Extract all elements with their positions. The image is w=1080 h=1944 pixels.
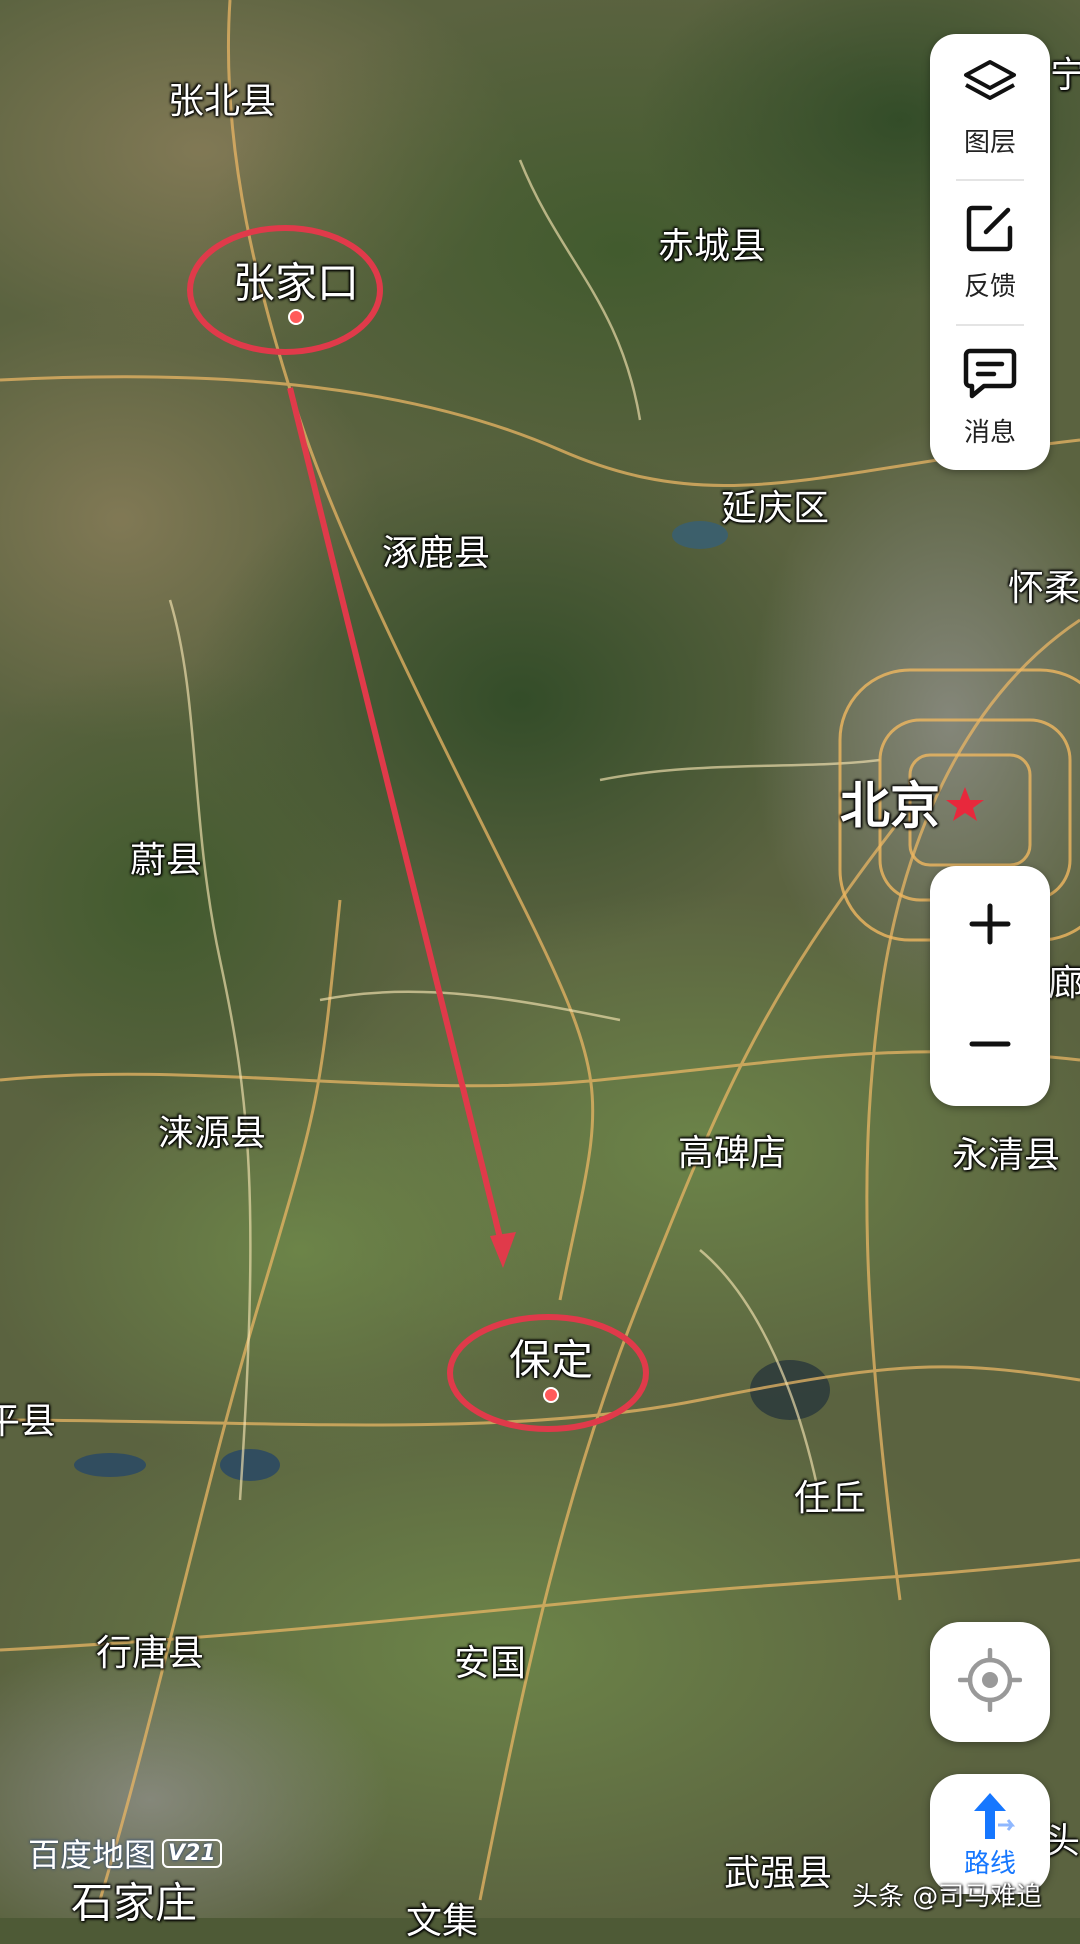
baoding-dot [543,1387,559,1403]
locate-icon [957,1647,1023,1716]
toolbar-divider [956,179,1024,181]
place-label-renqiu: 任丘 [793,1478,867,1519]
logo-text: 百度地图 [28,1836,157,1874]
layers-label: 图层 [963,127,1016,158]
place-label-baoding: 保定 [508,1335,594,1385]
place-label-anguo: 安国 [453,1643,527,1684]
place-label-yanqing: 延庆区 [720,488,830,529]
map-toolbar: 图层 反馈 消息 [930,34,1050,470]
messages-button[interactable]: 消息 [930,327,1050,467]
route-arrow-icon [962,1789,1018,1847]
place-label-huairou-partial: 怀柔 [1007,568,1080,609]
baidu-maps-logo: 百度地图 V21 [28,1830,222,1876]
layers-button[interactable]: 图层 [930,38,1050,178]
place-label-wuqiang: 武强县 [723,1853,833,1894]
logo-version: V21 [162,1838,222,1868]
place-label-zhuolu: 涿鹿县 [381,533,491,574]
place-label-top-right-partial: 宁 [1049,55,1080,96]
place-label-beijing: 北京 [840,777,940,835]
place-label-shijiazhuang: 石家庄 [70,1878,198,1928]
place-label-chicheng: 赤城县 [657,226,767,267]
locate-button[interactable] [930,1622,1050,1742]
edit-icon [964,202,1016,258]
place-label-wenan-partial: 文集 [405,1901,479,1942]
zoom-out-button[interactable] [930,986,1050,1106]
layers-icon [962,58,1018,114]
place-label-left-edge-county: 平县 [0,1401,57,1442]
plus-icon [968,902,1012,950]
place-label-gaobeidian: 高碑店 [677,1133,787,1174]
place-label-xingtang: 行唐县 [95,1633,205,1674]
zoom-control [930,866,1050,1106]
messages-label: 消息 [963,417,1016,448]
toolbar-divider [956,324,1024,326]
place-label-yongqing: 永清县 [951,1135,1061,1176]
feedback-button[interactable]: 反馈 [930,182,1050,322]
place-label-yuxian: 蔚县 [129,840,203,881]
watermark: 头条 @司马难追 [852,1882,1043,1912]
minus-icon [968,1022,1012,1070]
place-label-right-mid-partial: 廊 [1047,963,1080,1004]
place-label-zhangjiakou: 张家口 [232,258,360,308]
zhangjiakou-dot [288,309,304,325]
feedback-label: 反馈 [963,271,1016,302]
route-label: 路线 [963,1848,1016,1879]
zoom-in-button[interactable] [930,866,1050,986]
message-icon [962,346,1018,404]
place-label-laiyuan: 涞源县 [157,1113,267,1154]
place-label-zhangbei: 张北县 [167,81,277,122]
